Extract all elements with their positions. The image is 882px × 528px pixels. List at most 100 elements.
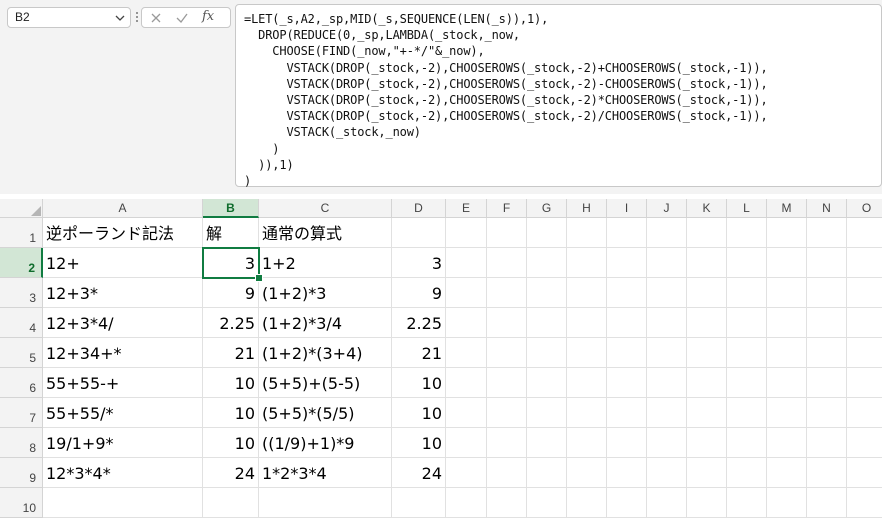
cell-e10[interactable] [446, 488, 487, 518]
cell-k8[interactable] [687, 428, 727, 458]
column-header-f[interactable]: F [487, 199, 527, 218]
cell-h6[interactable] [567, 368, 607, 398]
row-header-1[interactable]: 1 [0, 218, 43, 248]
more-options-icon[interactable] [134, 10, 140, 24]
cell-o3[interactable] [847, 278, 882, 308]
column-header-k[interactable]: K [687, 199, 727, 218]
cell-f4[interactable] [487, 308, 527, 338]
cell-i5[interactable] [607, 338, 647, 368]
cell-f7[interactable] [487, 398, 527, 428]
cell-i6[interactable] [607, 368, 647, 398]
cell-d4[interactable]: 2.25 [392, 308, 446, 338]
column-header-d[interactable]: D [392, 199, 446, 218]
cell-c8[interactable]: ((1/9)+1)*9 [259, 428, 392, 458]
column-header-l[interactable]: L [727, 199, 767, 218]
cell-a1[interactable]: 逆ポーランド記法 [43, 218, 203, 248]
cell-o9[interactable] [847, 458, 882, 488]
cell-m6[interactable] [767, 368, 807, 398]
cancel-icon[interactable] [149, 11, 163, 25]
column-header-n[interactable]: N [807, 199, 847, 218]
cell-c5[interactable]: (1+2)*(3+4) [259, 338, 392, 368]
cell-m3[interactable] [767, 278, 807, 308]
formula-input[interactable]: =LET(_s,A2,_sp,MID(_s,SEQUENCE(LEN(_s)),… [235, 4, 882, 188]
cell-a9[interactable]: 12*3*4* [43, 458, 203, 488]
cell-e4[interactable] [446, 308, 487, 338]
cell-n9[interactable] [807, 458, 847, 488]
row-header-2[interactable]: 2 [0, 248, 43, 278]
cell-j4[interactable] [647, 308, 687, 338]
cell-a5[interactable]: 12+34+* [43, 338, 203, 368]
column-header-m[interactable]: M [767, 199, 807, 218]
cell-a6[interactable]: 55+55-+ [43, 368, 203, 398]
cell-a8[interactable]: 19/1+9* [43, 428, 203, 458]
cell-f10[interactable] [487, 488, 527, 518]
cell-m8[interactable] [767, 428, 807, 458]
cell-f2[interactable] [487, 248, 527, 278]
cell-c3[interactable]: (1+2)*3 [259, 278, 392, 308]
row-header-4[interactable]: 4 [0, 308, 43, 338]
cell-o1[interactable] [847, 218, 882, 248]
cell-j10[interactable] [647, 488, 687, 518]
cell-d2[interactable]: 3 [392, 248, 446, 278]
cell-j5[interactable] [647, 338, 687, 368]
cell-h10[interactable] [567, 488, 607, 518]
cell-i8[interactable] [607, 428, 647, 458]
cell-j3[interactable] [647, 278, 687, 308]
cell-n2[interactable] [807, 248, 847, 278]
cell-o6[interactable] [847, 368, 882, 398]
cell-o7[interactable] [847, 398, 882, 428]
cell-o10[interactable] [847, 488, 882, 518]
cell-g6[interactable] [527, 368, 567, 398]
cell-l4[interactable] [727, 308, 767, 338]
cell-a2[interactable]: 12+ [43, 248, 203, 278]
cell-i4[interactable] [607, 308, 647, 338]
cell-o5[interactable] [847, 338, 882, 368]
row-header-5[interactable]: 5 [0, 338, 43, 368]
cell-b4[interactable]: 2.25 [203, 308, 259, 338]
cell-f3[interactable] [487, 278, 527, 308]
cell-m4[interactable] [767, 308, 807, 338]
cell-i2[interactable] [607, 248, 647, 278]
cell-b5[interactable]: 21 [203, 338, 259, 368]
row-header-8[interactable]: 8 [0, 428, 43, 458]
column-header-e[interactable]: E [446, 199, 487, 218]
cell-d5[interactable]: 21 [392, 338, 446, 368]
column-header-o[interactable]: O [847, 199, 882, 218]
cell-h5[interactable] [567, 338, 607, 368]
cell-j9[interactable] [647, 458, 687, 488]
cell-f6[interactable] [487, 368, 527, 398]
cell-g2[interactable] [527, 248, 567, 278]
cell-c4[interactable]: (1+2)*3/4 [259, 308, 392, 338]
cell-f9[interactable] [487, 458, 527, 488]
cell-a4[interactable]: 12+3*4/ [43, 308, 203, 338]
cell-l1[interactable] [727, 218, 767, 248]
cell-m1[interactable] [767, 218, 807, 248]
select-all-button[interactable] [0, 199, 43, 218]
cell-i9[interactable] [607, 458, 647, 488]
cell-i3[interactable] [607, 278, 647, 308]
cell-o8[interactable] [847, 428, 882, 458]
cell-i7[interactable] [607, 398, 647, 428]
cell-e3[interactable] [446, 278, 487, 308]
cell-n5[interactable] [807, 338, 847, 368]
cell-h2[interactable] [567, 248, 607, 278]
cell-g4[interactable] [527, 308, 567, 338]
cell-d10[interactable] [392, 488, 446, 518]
cell-o4[interactable] [847, 308, 882, 338]
cell-m5[interactable] [767, 338, 807, 368]
cell-j6[interactable] [647, 368, 687, 398]
cell-a3[interactable]: 12+3* [43, 278, 203, 308]
cell-f5[interactable] [487, 338, 527, 368]
cell-l3[interactable] [727, 278, 767, 308]
cell-m9[interactable] [767, 458, 807, 488]
cell-d1[interactable] [392, 218, 446, 248]
cell-l9[interactable] [727, 458, 767, 488]
fill-handle[interactable] [255, 274, 263, 282]
cell-g9[interactable] [527, 458, 567, 488]
cell-h8[interactable] [567, 428, 607, 458]
cell-m7[interactable] [767, 398, 807, 428]
cell-n3[interactable] [807, 278, 847, 308]
cell-k4[interactable] [687, 308, 727, 338]
enter-check-icon[interactable] [175, 11, 189, 25]
cell-n1[interactable] [807, 218, 847, 248]
